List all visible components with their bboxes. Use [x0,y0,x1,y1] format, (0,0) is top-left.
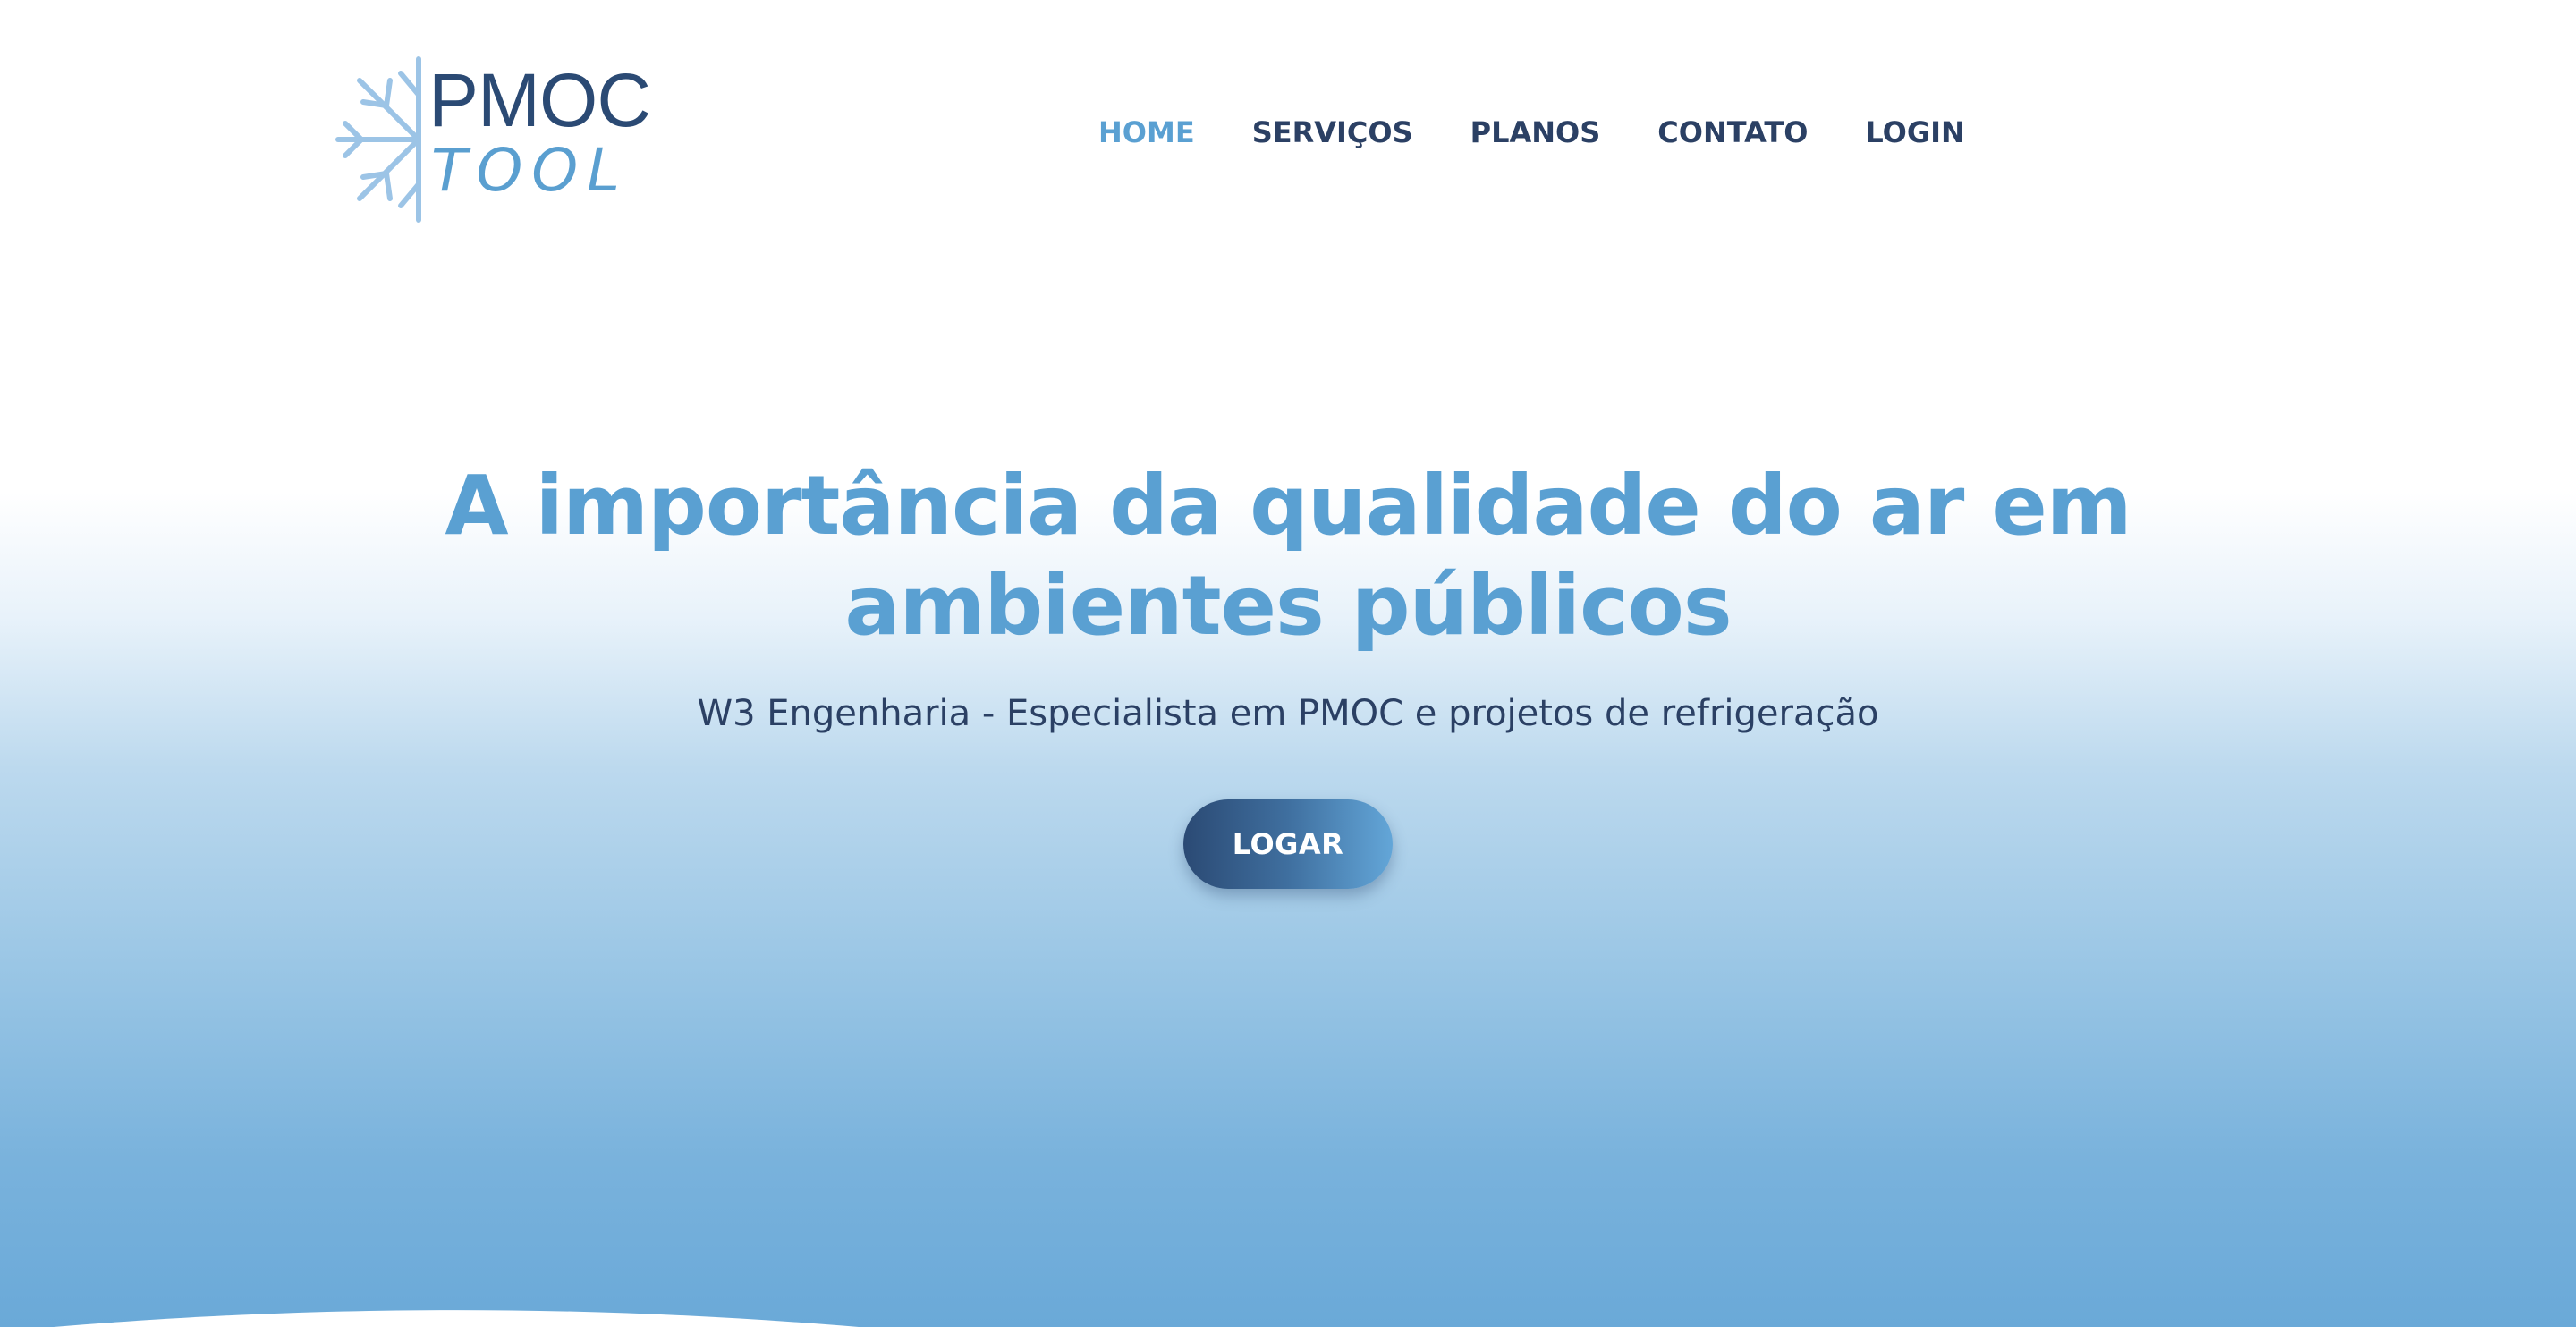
nav-item-home[interactable]: HOME [1098,113,1195,152]
landing-page: PMOC TOOL HOME SERVIÇOS PLANOS CONTATO L… [0,0,2576,1327]
nav-item-login[interactable]: LOGIN [1865,113,1964,152]
main-nav: HOME SERVIÇOS PLANOS CONTATO LOGIN [1098,113,2022,152]
login-cta-button[interactable]: LOGAR [1183,799,1393,889]
hero-title-line-1: A importância da qualidade do ar em [445,458,2131,554]
brand-logo[interactable]: PMOC TOOL [333,54,655,228]
hero-title: A importância da qualidade do ar em ambi… [0,456,2576,656]
hero-title-line-2: ambientes públicos [844,558,1732,654]
site-header: PMOC TOOL HOME SERVIÇOS PLANOS CONTATO L… [0,0,2576,268]
snowflake-icon [335,56,421,223]
bottom-wave-decoration [54,1310,859,1327]
nav-item-planos[interactable]: PLANOS [1470,113,1601,152]
hero-subtitle: W3 Engenharia - Especialista em PMOC e p… [697,693,1879,734]
brand-name-tool: TOOL [431,136,629,205]
brand-name-pmoc: PMOC [428,58,651,142]
nav-item-contato[interactable]: CONTATO [1657,113,1808,152]
nav-item-servicos[interactable]: SERVIÇOS [1252,113,1413,152]
